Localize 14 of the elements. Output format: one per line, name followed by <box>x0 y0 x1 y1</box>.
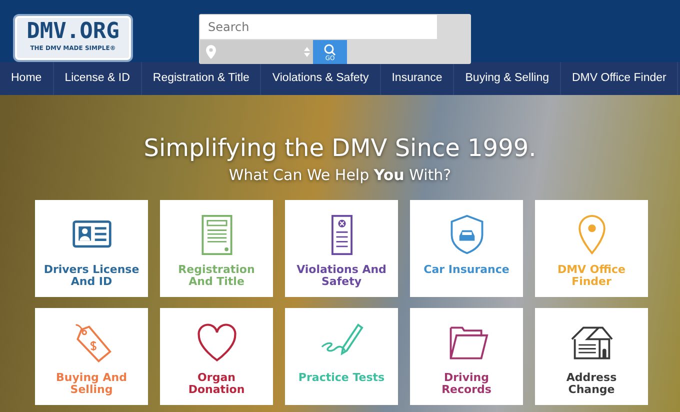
hero-title: Simplifying the DMV Since 1999. <box>144 133 536 163</box>
pin-icon <box>206 45 216 59</box>
search-icon <box>323 44 337 56</box>
location-select[interactable] <box>200 40 313 64</box>
service-tile[interactable]: Car Insurance <box>410 200 523 297</box>
search-field[interactable]: Search <box>200 15 437 39</box>
service-tile[interactable]: Driving Records <box>410 308 523 405</box>
service-tile[interactable]: Address Change <box>535 308 648 405</box>
service-tile[interactable]: Violations And Safety <box>285 200 398 297</box>
service-tile[interactable]: Drivers License And ID <box>35 200 148 297</box>
spinner-icon <box>304 46 310 58</box>
logo-title: DMV.ORG <box>26 20 120 44</box>
hero-subtitle: What Can We Help You With? <box>228 165 452 186</box>
service-tile[interactable]: Organ Donation <box>160 308 273 405</box>
